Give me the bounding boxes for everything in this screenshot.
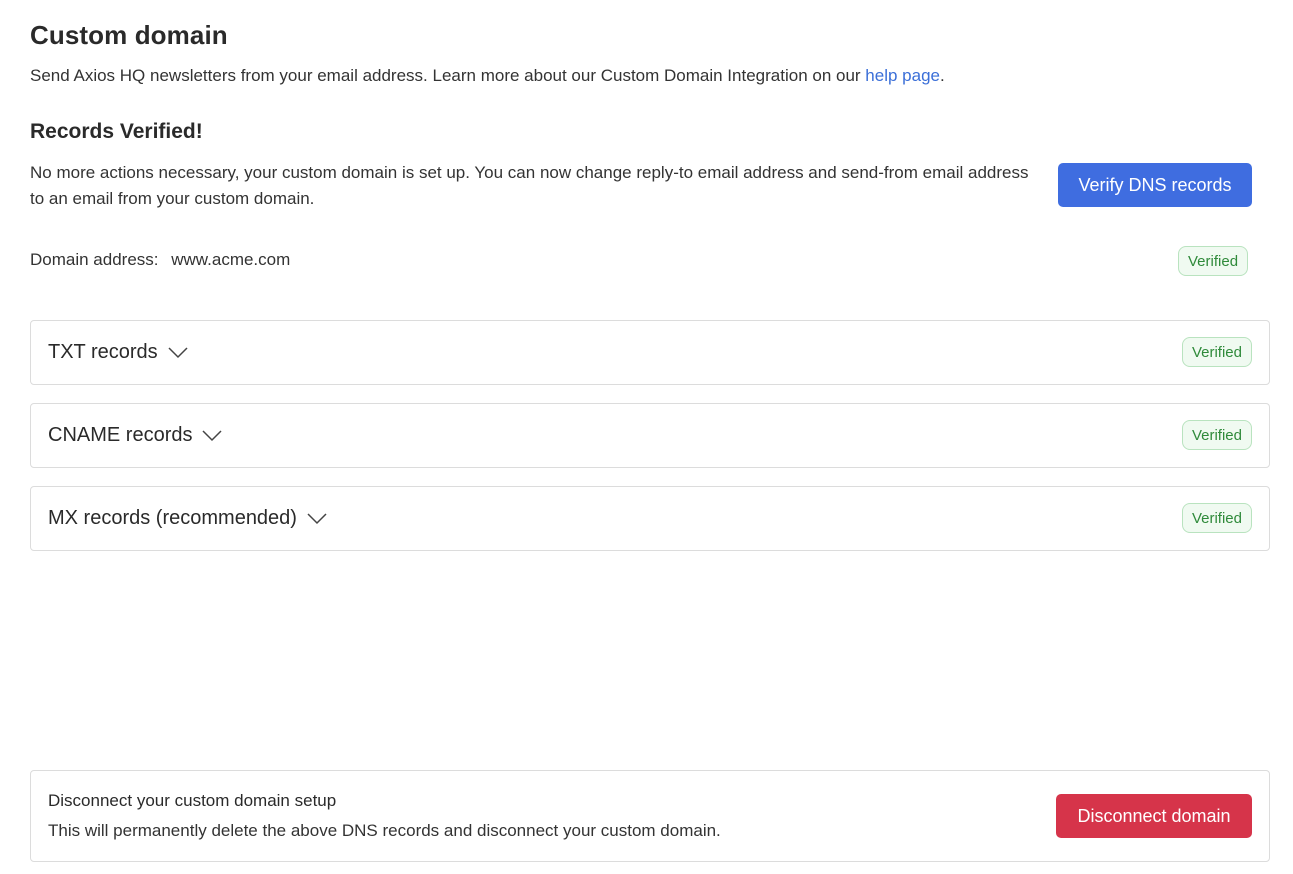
help-page-link[interactable]: help page xyxy=(865,66,940,85)
verify-dns-records-button[interactable]: Verify DNS records xyxy=(1058,163,1252,207)
domain-status-badge: Verified xyxy=(1178,246,1249,276)
disconnect-description: This will permanently delete the above D… xyxy=(48,821,721,840)
txt-records-card: TXT records Verified xyxy=(30,320,1270,385)
mx-records-label: MX records (recommended) xyxy=(48,507,297,529)
intro-text-end: . xyxy=(939,66,945,85)
disconnect-domain-button[interactable]: Disconnect domain xyxy=(1056,794,1252,838)
intro-text-body: Send Axios HQ newsletters from your emai… xyxy=(30,66,866,85)
mx-records-status-badge: Verified xyxy=(1181,503,1252,533)
cname-records-label: CNAME records xyxy=(48,424,193,446)
status-description: No more actions necessary, your custom d… xyxy=(30,163,1029,208)
status-heading: Records Verified! xyxy=(30,120,203,143)
domain-address-value: www.acme.com xyxy=(171,250,291,269)
domain-address-label: Domain address: xyxy=(30,250,159,269)
mx-records-toggle[interactable]: MX records (recommended) xyxy=(48,487,327,550)
chevron-down-icon xyxy=(307,512,327,525)
mx-records-card: MX records (recommended) Verified xyxy=(30,486,1270,551)
page-title: Custom domain xyxy=(30,20,228,50)
cname-records-toggle[interactable]: CNAME records xyxy=(48,404,223,467)
cname-records-card: CNAME records Verified xyxy=(30,403,1270,468)
txt-records-toggle[interactable]: TXT records xyxy=(48,321,188,384)
cname-records-status-badge: Verified xyxy=(1181,420,1252,450)
disconnect-title: Disconnect your custom domain setup xyxy=(48,791,337,810)
chevron-down-icon xyxy=(168,346,188,359)
intro-text: Send Axios HQ newsletters from your emai… xyxy=(30,66,945,86)
txt-records-label: TXT records xyxy=(48,341,158,363)
domain-address-row: Domain address: www.acme.com xyxy=(30,250,290,270)
chevron-down-icon xyxy=(202,429,223,442)
txt-records-status-badge: Verified xyxy=(1181,337,1252,367)
custom-domain-page: Custom domain Send Axios HQ newsletters … xyxy=(0,0,1293,874)
